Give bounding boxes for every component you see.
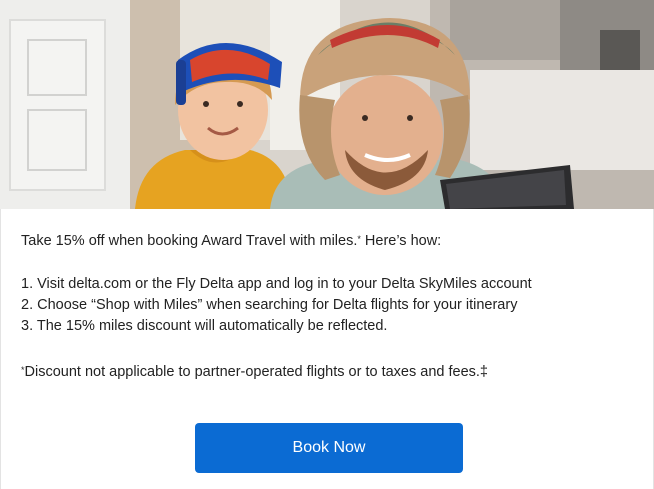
email-content: Take 15% off when booking Award Travel w…	[0, 209, 654, 489]
step-number: 1.	[21, 276, 34, 292]
step-item: 3. The 15% miles discount will automatic…	[21, 316, 532, 337]
step-number: 3.	[21, 318, 34, 334]
step-text: Visit delta.com or the Fly Delta app and…	[37, 276, 532, 292]
intro-headline: Take 15% off when booking Award Travel w…	[21, 233, 358, 249]
step-item: 2. Choose “Shop with Miles” when searchi…	[21, 295, 532, 316]
disclaimer-footnote-mark: *	[21, 365, 25, 375]
intro-text: Take 15% off when booking Award Travel w…	[21, 231, 441, 251]
step-item: 1. Visit delta.com or the Fly Delta app …	[21, 274, 532, 295]
disclaimer-body: Discount not applicable to partner-opera…	[24, 364, 488, 380]
disclaimer-text: *Discount not applicable to partner-oper…	[21, 362, 488, 382]
step-number: 2.	[21, 297, 34, 313]
step-text: The 15% miles discount will automaticall…	[36, 318, 388, 334]
book-now-button[interactable]: Book Now	[195, 423, 463, 473]
intro-suffix: Here’s how:	[360, 233, 442, 249]
hero-image	[0, 0, 654, 209]
steps-list: 1. Visit delta.com or the Fly Delta app …	[21, 274, 532, 337]
intro-footnote-mark: *	[357, 234, 361, 244]
step-text: Choose “Shop with Miles” when searching …	[37, 297, 518, 313]
hero-photo-illustration	[0, 0, 654, 209]
email-body: Take 15% off when booking Award Travel w…	[0, 0, 654, 489]
